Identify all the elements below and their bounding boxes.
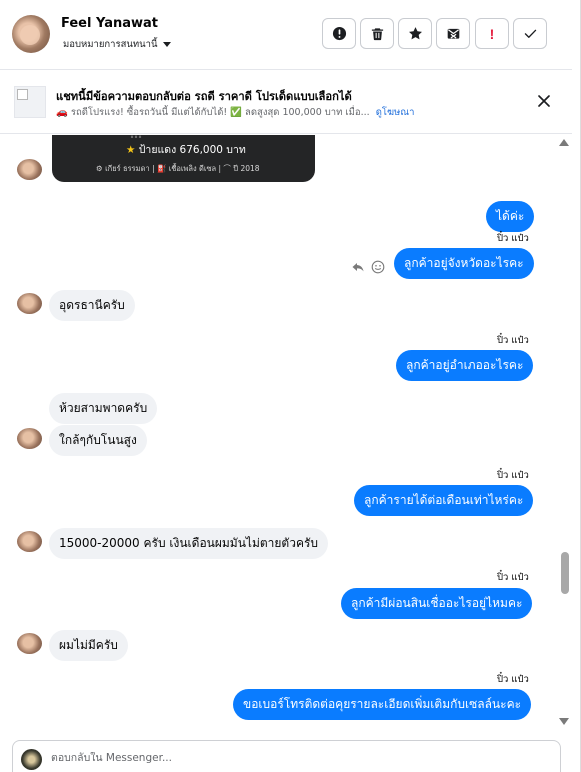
reply-icon[interactable] — [351, 260, 365, 274]
conversation-header: Feel Yanawat มอบหมายการสนทนานี้ ! — [0, 0, 572, 70]
ad-card-price-text: ป้ายแดง 676,000 บาท — [138, 144, 246, 156]
close-icon[interactable] — [535, 92, 553, 110]
react-emoji-icon[interactable] — [371, 260, 385, 274]
thread-scrollbar[interactable] — [557, 135, 571, 735]
envelope-x-icon — [447, 28, 459, 39]
message-in[interactable]: ห้วยสามพาดครับ — [49, 393, 158, 424]
ad-context-banner: แชทนี้มีข้อความตอบกลับต่อ รถดี ราคาดี โป… — [0, 70, 572, 134]
star-icon: ★ — [126, 144, 136, 156]
spam-button[interactable]: ! — [475, 18, 509, 49]
contact-avatar-small — [17, 428, 42, 449]
message-status: ปิ๋ว แป๋ว — [497, 470, 529, 481]
caret-down-icon — [162, 42, 171, 47]
assign-conversation-dropdown[interactable]: มอบหมายการสนทนานี้ — [63, 37, 171, 52]
scroll-down-arrow-icon[interactable] — [559, 718, 569, 725]
red-exclamation-icon: ! — [489, 25, 495, 42]
contact-name[interactable]: Feel Yanawat — [61, 16, 158, 31]
scrollbar-thumb[interactable] — [561, 552, 569, 594]
report-button[interactable] — [322, 18, 356, 49]
message-status: ปิ๋ว แป๋ว — [497, 233, 529, 244]
ad-banner-line: 🚗 รถดีโปรแรง! ซื้อรถวันนี้ มีแต่ได้กับได… — [56, 107, 370, 118]
message-status: ปิ๋ว แป๋ว — [497, 335, 529, 346]
ad-preview-card[interactable]: … ★ ป้ายแดง 676,000 บาท ⚙ เกียร์ ธรรมดา … — [52, 135, 315, 182]
contact-avatar-small — [17, 633, 42, 654]
star-button[interactable] — [398, 18, 432, 49]
message-out[interactable]: ลูกค้ามีผ่อนสินเชื่ออะไรอยู่ไหมคะ — [341, 588, 533, 619]
assign-label: มอบหมายการสนทนานี้ — [63, 39, 158, 50]
message-status: ปิ๋ว แป๋ว — [497, 674, 529, 685]
message-in[interactable]: อุดรธานีครับ — [49, 290, 135, 321]
contact-avatar[interactable] — [12, 15, 50, 53]
message-out[interactable]: ลูกค้าอยู่จังหวัดอะไรคะ — [394, 248, 534, 279]
archive-button[interactable] — [436, 18, 470, 49]
message-status: ปิ๋ว แป๋ว — [497, 572, 529, 583]
message-in[interactable]: ใกล้ๆกับโนนสูง — [49, 425, 147, 456]
contact-avatar-small — [17, 293, 42, 314]
trash-icon — [371, 28, 383, 41]
message-out[interactable]: ขอเบอร์โทรติดต่อคุยรายละเอียดเพิ่มเติมกั… — [233, 689, 532, 720]
exclamation-circle-icon — [332, 26, 346, 41]
message-in[interactable]: 15000-20000 ครับ เงินเดือนผมมันไม่ตายตัว… — [49, 528, 329, 559]
delete-button[interactable] — [360, 18, 394, 49]
ad-thumbnail — [14, 86, 46, 118]
reply-composer — [12, 740, 561, 772]
messenger-inbox-pane: Feel Yanawat มอบหมายการสนทนานี้ ! แชทนี้… — [0, 0, 581, 772]
contact-avatar-small — [17, 159, 42, 180]
done-button[interactable] — [513, 18, 547, 49]
ad-banner-title: แชทนี้มีข้อความตอบกลับต่อ รถดี ราคาดี โป… — [56, 90, 352, 103]
message-out[interactable]: ลูกค้ารายได้ต่อเดือนเท่าไหร่คะ — [354, 485, 534, 516]
message-out[interactable]: ลูกค้าอยู่อำเภออะไรคะ — [396, 350, 534, 381]
message-out[interactable]: ได้ค่ะ — [486, 201, 535, 232]
view-ad-link[interactable]: ดูโฆษณา — [376, 105, 415, 120]
message-in[interactable]: ผมไม่มีครับ — [49, 630, 128, 661]
ad-card-price: ★ ป้ายแดง 676,000 บาท — [126, 141, 246, 158]
page-avatar — [21, 749, 42, 770]
ad-banner-text: 🚗 รถดีโปรแรง! ซื้อรถวันนี้ มีแต่ได้กับได… — [56, 105, 414, 120]
star-icon — [408, 27, 422, 40]
scroll-up-arrow-icon[interactable] — [559, 139, 569, 146]
ad-card-specs: ⚙ เกียร์ ธรรมดา | ⛽ เชื้อเพลิง ดีเซล | ⌒… — [96, 164, 260, 173]
contact-avatar-small — [17, 531, 42, 552]
check-icon — [524, 29, 536, 38]
reply-input[interactable] — [51, 752, 541, 764]
